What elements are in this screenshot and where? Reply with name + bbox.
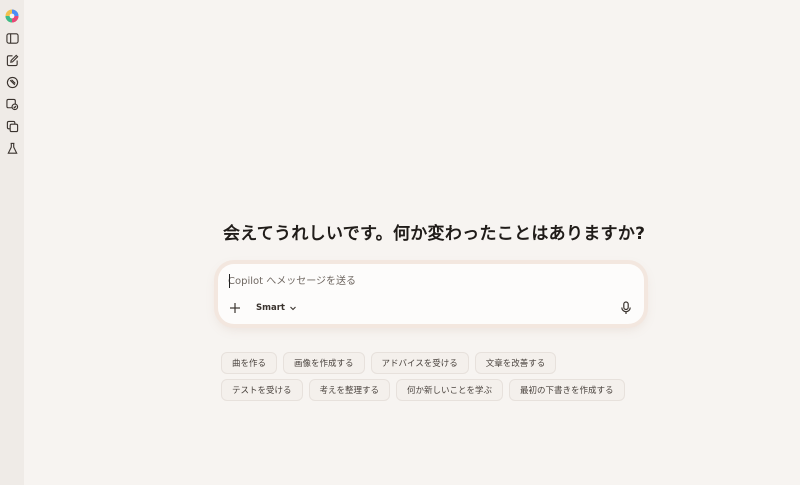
suggestion-chip[interactable]: アドバイスを受ける [370,352,469,374]
add-attachment-button[interactable] [225,298,245,318]
suggestion-chip[interactable]: テストを受ける [221,379,303,401]
suggestion-chips: 曲を作る 画像を作成する アドバイスを受ける 文章を改善する テストを受ける 考… [221,352,641,401]
left-rail [0,0,24,485]
image-gallery-icon[interactable] [3,95,21,113]
message-composer: Smart [218,264,644,324]
copilot-app: 会えてうれしいです。何か変わったことはありますか? Smart [0,0,800,485]
message-input[interactable] [228,273,632,289]
suggestion-chip[interactable]: 画像を作成する [283,352,365,374]
plus-icon [230,303,240,313]
suggestion-chip[interactable]: 最初の下書きを作成する [509,379,625,401]
suggestion-chip[interactable]: 考えを整理する [308,379,391,401]
greeting-heading: 会えてうれしいです。何か変わったことはありますか? [223,224,646,244]
copilot-logo-icon[interactable] [3,7,21,25]
suggestion-chip[interactable]: 曲を作る [221,352,278,374]
sidebar-toggle-icon[interactable] [3,29,21,47]
microphone-icon [621,301,631,314]
new-chat-icon[interactable] [3,51,21,69]
suggestion-chip[interactable]: 文章を改善する [474,352,557,374]
pages-icon[interactable] [3,117,21,135]
mode-selector-button[interactable]: Smart [252,299,303,317]
discover-icon[interactable] [3,73,21,91]
mode-label: Smart [256,303,285,313]
voice-input-button[interactable] [616,298,636,318]
text-caret [229,274,230,288]
chevron-down-icon [290,306,296,311]
suggestion-chip[interactable]: 何か新しいことを学ぶ [396,379,504,401]
main-area: 会えてうれしいです。何か変わったことはありますか? Smart [24,0,800,485]
labs-flask-icon[interactable] [3,139,21,157]
